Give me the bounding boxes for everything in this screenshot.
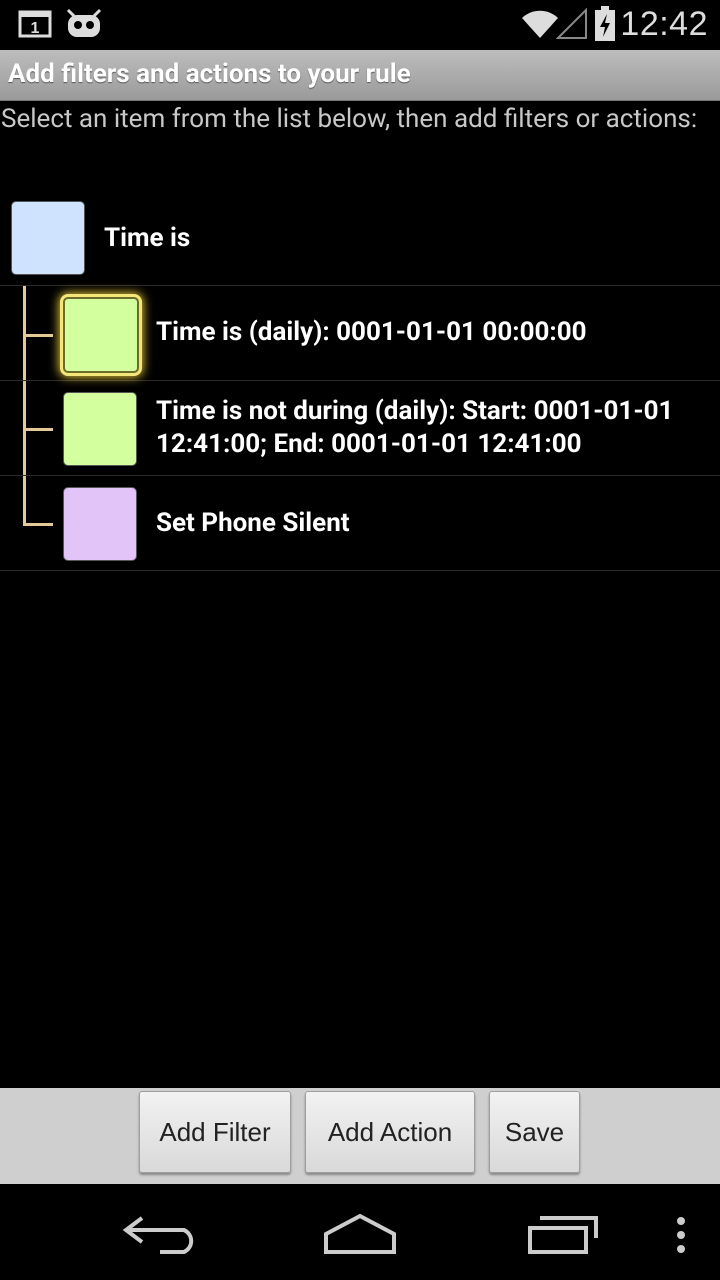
- title-bar: Add filters and actions to your rule: [0, 50, 720, 101]
- recent-apps-icon[interactable]: [524, 1214, 600, 1260]
- wifi-icon: [520, 8, 560, 44]
- list-item-label: Time is (daily): 0001-01-01 00:00:00: [156, 317, 587, 347]
- battery-charging-icon: [594, 6, 616, 46]
- add-action-button[interactable]: Add Action: [305, 1091, 475, 1173]
- svg-text:1: 1: [31, 20, 40, 37]
- action-swatch: [63, 487, 137, 561]
- calendar-notification-icon: 1: [18, 9, 54, 43]
- list-item-label: Set Phone Silent: [156, 508, 350, 538]
- list-item-action[interactable]: Set Phone Silent: [0, 476, 720, 571]
- list-item-label: Time is not during (daily): Start: 0001-…: [156, 396, 674, 459]
- save-button[interactable]: Save: [489, 1091, 580, 1173]
- list-item-label: Time is: [104, 223, 191, 253]
- list-item-root[interactable]: Time is: [0, 190, 720, 286]
- home-icon[interactable]: [320, 1212, 400, 1260]
- status-time: 12:42: [620, 5, 708, 43]
- overflow-menu-icon[interactable]: [674, 1216, 688, 1260]
- rule-type-swatch: [11, 201, 85, 275]
- action-button-bar: Add Filter Add Action Save: [0, 1088, 720, 1184]
- navigation-bar: [0, 1184, 720, 1280]
- status-bar: 1 12:42: [0, 0, 720, 50]
- list-item-filter[interactable]: Time is not during (daily): Start: 0001-…: [0, 381, 720, 476]
- add-filter-button[interactable]: Add Filter: [139, 1091, 291, 1173]
- list-item-filter[interactable]: Time is (daily): 0001-01-01 00:00:00: [0, 286, 720, 381]
- rule-item-list: Time is Time is (daily): 0001-01-01 00:0…: [0, 190, 720, 571]
- instructions-text: Select an item from the list below, then…: [1, 104, 698, 134]
- filter-swatch: [63, 392, 137, 466]
- cell-signal-icon: [555, 7, 588, 44]
- filter-swatch-selected: [63, 297, 139, 373]
- page-title: Add filters and actions to your rule: [8, 59, 411, 89]
- back-icon[interactable]: [120, 1212, 200, 1260]
- cyanogen-mascot-icon: [64, 6, 104, 44]
